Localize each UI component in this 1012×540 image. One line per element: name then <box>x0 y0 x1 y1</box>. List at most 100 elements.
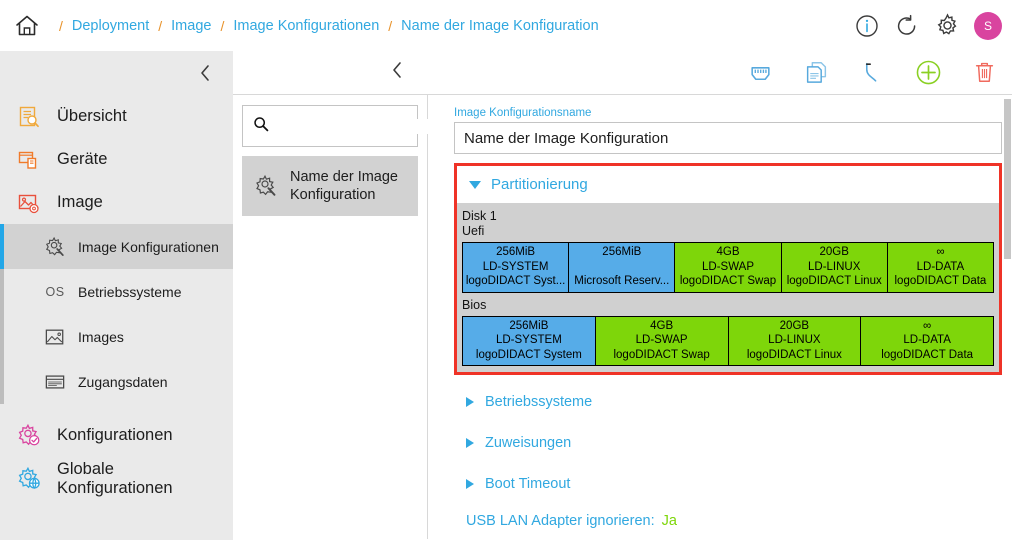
partition-label <box>571 260 672 275</box>
accordion-zuweisungen[interactable]: Zuweisungen <box>454 422 1002 463</box>
scheme-label-bios: Bios <box>462 297 487 312</box>
top-bar: / Deployment / Image / Image Konfigurati… <box>0 0 1012 51</box>
partition-block[interactable]: 4GB LD-SWAP logoDIDACT Swap <box>595 316 729 365</box>
home-icon[interactable] <box>12 11 42 41</box>
add-icon[interactable] <box>914 59 942 87</box>
breadcrumb-item-image[interactable]: Image <box>171 18 211 34</box>
sidebar-item-image[interactable]: Image <box>0 181 233 224</box>
sidebar-item-images[interactable]: Images <box>0 314 233 359</box>
sidebar-item-betriebssysteme[interactable]: OS Betriebssysteme <box>0 269 233 314</box>
sidebar-item-konfigurationen[interactable]: Konfigurationen <box>0 414 233 457</box>
sidebar-scrollbar[interactable] <box>0 534 233 540</box>
sidebar-item-uebersicht[interactable]: Übersicht <box>0 95 233 138</box>
usb-lan-adapter-value[interactable]: Ja <box>662 513 677 529</box>
content-area: Name der Image Konfiguration Image Konfi… <box>233 51 1012 540</box>
partition-block[interactable]: ∞ LD-DATA logoDIDACT Data <box>887 243 994 292</box>
partition-size: ∞ <box>936 246 945 258</box>
partition-name: logoDIDACT Syst... <box>465 275 566 287</box>
chevron-right-icon <box>466 437 474 448</box>
partition-block[interactable]: 4GB LD-SWAP logoDIDACT Swap <box>675 243 782 292</box>
partitioning-title: Partitionierung <box>491 176 588 193</box>
partition-name: logoDIDACT Data <box>881 348 974 361</box>
partition-label: LD-SYSTEM <box>495 334 562 346</box>
delete-icon[interactable] <box>970 59 998 87</box>
configurations-icon <box>14 423 44 449</box>
partition-label: LD-DATA <box>903 334 951 346</box>
partition-block[interactable]: 256MiB LD-SYSTEM logoDIDACT Syst... <box>463 243 570 292</box>
sidebar-item-image-konfigurationen[interactable]: Image Konfigurationen <box>0 224 233 269</box>
partition-size: 4GB <box>716 246 740 258</box>
sidebar-item-zugangsdaten[interactable]: Zugangsdaten <box>0 359 233 404</box>
refresh-icon[interactable] <box>894 13 920 39</box>
image-icon <box>14 190 44 216</box>
accordion-betriebssysteme[interactable]: Betriebssysteme <box>454 381 1002 422</box>
sidebar-item-globale-konfigurationen[interactable]: Globale Konfigurationen <box>0 457 233 500</box>
list-item[interactable]: Name der Image Konfiguration <box>242 156 418 216</box>
partition-size: 4GB <box>650 319 674 332</box>
sidebar-item-label: Konfigurationen <box>57 426 173 444</box>
partition-size: 20GB <box>779 319 810 332</box>
sidebar-item-geraete[interactable]: Geräte <box>0 138 233 181</box>
disk-1-zone: Disk 1 Uefi 256MiB LD-SYSTEM logoDIDACT … <box>457 203 999 372</box>
partition-block[interactable]: ∞ LD-DATA logoDIDACT Data <box>861 316 993 365</box>
partition-block[interactable]: 20GB LD-LINUX logoDIDACT Linux <box>781 243 888 292</box>
overview-icon <box>14 104 44 130</box>
devices-icon <box>14 147 44 173</box>
undo-icon[interactable] <box>858 59 886 87</box>
partition-size: ∞ <box>923 319 932 332</box>
network-port-icon[interactable] <box>746 59 774 87</box>
partition-label: LD-LINUX <box>808 260 861 273</box>
toolbar-actions <box>746 59 998 87</box>
avatar[interactable]: S <box>974 11 1002 40</box>
chevron-down-icon <box>469 180 481 189</box>
detail-pane: Image Konfigurationsname Partitionierung… <box>428 95 1012 539</box>
partition-label: LD-DATA <box>916 260 965 273</box>
image-config-name-field: Image Konfigurationsname <box>454 107 1002 154</box>
top-bar-actions: S <box>854 0 1002 51</box>
breadcrumb-item-deployment[interactable]: Deployment <box>72 18 149 34</box>
image-config-name-input-wrap[interactable] <box>454 122 1002 154</box>
back-button[interactable] <box>389 60 405 85</box>
list-item-label: Name der Image Konfiguration <box>290 169 398 203</box>
accordion-boot-timeout[interactable]: Boot Timeout <box>454 463 1002 504</box>
partition-name: logoDIDACT Swap <box>613 348 710 361</box>
scheme-label-uefi: Uefi <box>462 224 485 238</box>
breadcrumb-separator: / <box>59 17 63 34</box>
partition-block[interactable]: 20GB LD-LINUX logoDIDACT Linux <box>728 316 862 365</box>
sidebar: Übersicht Geräte Image Image Konfigurati… <box>0 51 233 540</box>
global-configurations-icon <box>14 466 44 492</box>
images-icon <box>42 326 68 348</box>
usb-lan-adapter-row: USB LAN Adapter ignorieren: Ja <box>454 504 1002 538</box>
image-config-name-input[interactable] <box>464 129 992 147</box>
credentials-icon <box>42 371 68 393</box>
breadcrumb-separator: / <box>158 17 163 34</box>
content-panes: Name der Image Konfiguration Image Konfi… <box>233 95 1012 539</box>
partition-block[interactable]: 256MiB LD-SYSTEM logoDIDACT System <box>463 316 596 365</box>
field-label: Image Konfigurationsname <box>454 107 592 119</box>
partition-row-uefi: 256MiB LD-SYSTEM logoDIDACT Syst... 256M… <box>462 242 994 293</box>
search-icon <box>253 116 269 137</box>
chevron-right-icon <box>466 478 474 489</box>
partitioning-accordion-header[interactable]: Partitionierung <box>457 166 999 203</box>
duplicate-icon[interactable] <box>802 59 830 87</box>
partition-name: logoDIDACT Linux <box>786 275 882 287</box>
usb-lan-adapter-label: USB LAN Adapter ignorieren: <box>466 513 655 529</box>
search-box[interactable] <box>242 105 451 147</box>
partition-block[interactable]: 256MiB Microsoft Reserv... <box>569 243 676 292</box>
sidebar-item-label: Übersicht <box>57 107 127 125</box>
partition-size: 20GB <box>819 246 849 258</box>
partition-name: logoDIDACT System <box>475 348 582 361</box>
sidebar-subitem-label: Image Konfigurationen <box>78 238 219 255</box>
partition-label: LD-LINUX <box>768 334 821 346</box>
sidebar-subitem-label: Betriebssysteme <box>78 283 182 300</box>
info-icon[interactable] <box>854 13 880 39</box>
breadcrumb-item-image-konfigurationen[interactable]: Image Konfigurationen <box>233 18 379 34</box>
sidebar-subitem-label: Images <box>78 328 124 345</box>
breadcrumb-item-current[interactable]: Name der Image Konfiguration <box>401 18 598 34</box>
partition-name: logoDIDACT Linux <box>746 348 842 361</box>
collapse-sidebar-button[interactable] <box>0 51 233 95</box>
partition-label: LD-SWAP <box>702 260 754 273</box>
detail-scrollbar[interactable] <box>1004 99 1011 259</box>
gear-icon[interactable] <box>934 13 960 39</box>
search-input[interactable] <box>275 118 451 134</box>
